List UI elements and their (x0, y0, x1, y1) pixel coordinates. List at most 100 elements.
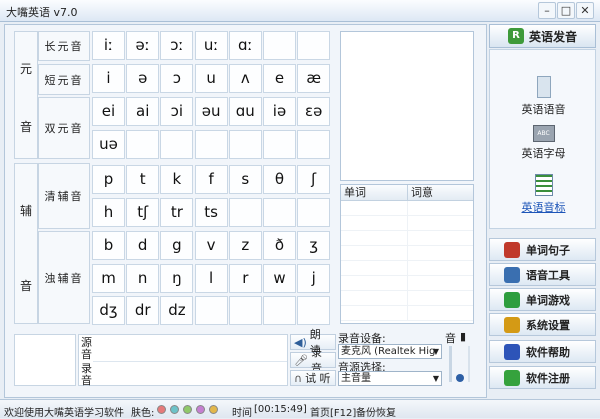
empty-cell (297, 31, 331, 60)
phonetic-symbol-cell[interactable]: iː (92, 31, 125, 60)
meaning-column-header[interactable]: 词意 (408, 185, 473, 200)
checklist-icon (534, 174, 553, 196)
phonetic-symbol-cell[interactable]: z (228, 231, 262, 260)
phonetic-symbol-cell[interactable]: ɑː (228, 31, 262, 60)
close-icon[interactable]: ✕ (576, 2, 594, 19)
register-icon (504, 369, 520, 386)
word-list-row[interactable] (341, 261, 473, 276)
word-list-row[interactable] (341, 291, 473, 306)
skin-color-option[interactable] (157, 405, 166, 414)
phonetic-symbol-cell[interactable]: dʒ (92, 296, 125, 326)
maximize-icon[interactable]: □ (557, 2, 575, 19)
phonetic-symbol-cell[interactable]: s (228, 165, 262, 194)
restore-link[interactable]: 恢复 (376, 404, 396, 419)
word-list-row[interactable] (341, 306, 473, 321)
pronunciation-tab[interactable]: R 英语发音 (489, 24, 596, 48)
skin-color-option[interactable] (209, 405, 218, 414)
phonetic-symbol-cell[interactable]: ei (92, 97, 125, 126)
audio-source-select[interactable]: 主音量 ▼ (338, 371, 442, 386)
skin-color-option[interactable] (170, 405, 179, 414)
phonetic-symbol-cell[interactable]: m (92, 263, 125, 293)
phonetic-symbol-cell[interactable]: ŋ (160, 263, 194, 293)
empty-cell (263, 296, 296, 326)
volume-slider-knob[interactable] (456, 374, 464, 382)
phonetic-symbol-cell[interactable]: p (92, 165, 125, 194)
game-button[interactable]: 单词游戏 (489, 288, 596, 311)
word-list-row[interactable] (341, 276, 473, 291)
record-button[interactable]: 🎤︎ 录 音 (290, 346, 336, 375)
phonetic-symbol-cell[interactable]: uə (92, 129, 125, 159)
phonetic-symbol-cell[interactable]: ɔi (160, 97, 194, 126)
listen-button[interactable]: ∩ 试 听 (290, 370, 336, 386)
phonetic-symbol-cell[interactable]: tr (160, 197, 194, 227)
phonetic-symbol-cell[interactable]: d (126, 231, 160, 260)
skin-color-option[interactable] (183, 405, 192, 414)
tools-icon (504, 266, 520, 283)
phonetic-symbol-cell[interactable]: v (194, 231, 228, 260)
phonetic-symbol-cell[interactable]: k (160, 165, 194, 194)
phonetic-symbol-cell[interactable]: εə (297, 97, 331, 126)
help-button[interactable]: 软件帮助 (489, 340, 596, 363)
voiceless-consonant-label: 清辅音 (38, 163, 90, 229)
volume-label: 音 (445, 332, 456, 345)
long-vowel-label: 长元音 (38, 31, 90, 61)
home-link[interactable]: 首页[F12] (310, 404, 356, 419)
phonetic-symbol-cell[interactable]: ɔ (160, 64, 194, 93)
books-button[interactable]: 单词句子 (489, 238, 596, 261)
word-column-header[interactable]: 单词 (341, 185, 408, 200)
phonetic-symbol-cell[interactable]: əː (126, 31, 160, 60)
phonetic-symbol-cell[interactable]: æ (297, 64, 331, 93)
phonetic-symbol-cell[interactable]: l (194, 263, 228, 293)
abc-icon: ABC (532, 125, 555, 142)
minimize-icon[interactable]: – (538, 2, 556, 19)
phonetic-symbol-cell[interactable]: b (92, 231, 125, 260)
phonetic-symbol-cell[interactable]: n (126, 263, 160, 293)
phonetic-symbol-cell[interactable]: dz (160, 296, 194, 326)
phonetic-symbol-cell[interactable]: ts (194, 197, 228, 227)
phonetic-symbol-cell[interactable]: tʃ (126, 197, 160, 227)
nav-english-alphabet[interactable]: ABC 英语字母 (490, 125, 597, 161)
phonetic-symbol-cell[interactable]: iə (263, 97, 296, 126)
phonetic-symbol-cell[interactable]: ʒ (297, 231, 331, 260)
tools-button[interactable]: 语音工具 (489, 263, 596, 286)
recording-device-select[interactable]: 麦克风 (Realtek Hig ▼ (338, 344, 442, 359)
phonetic-symbol-cell[interactable]: dr (126, 296, 160, 326)
phonetic-symbol-cell[interactable]: ai (126, 97, 160, 126)
nav-english-speech[interactable]: 英语语音 (490, 76, 597, 117)
word-list-row[interactable] (341, 201, 473, 216)
pronunciation-icon: R (507, 28, 524, 44)
settings-button[interactable]: 系统设置 (489, 313, 596, 336)
phonetic-symbol-cell[interactable]: r (228, 263, 262, 293)
phonetic-symbol-cell[interactable]: ʌ (228, 64, 262, 93)
phonetic-symbol-cell[interactable]: θ (263, 165, 296, 194)
volume-slider-track[interactable] (449, 346, 452, 382)
game-icon (504, 291, 520, 308)
audio-waveform-panel: 源音 录音 (78, 334, 288, 387)
phonetic-symbol-cell[interactable]: uː (194, 31, 228, 60)
register-button[interactable]: 软件注册 (489, 366, 596, 389)
phonetic-symbol-cell[interactable]: i (92, 64, 125, 93)
phonetic-symbol-cell[interactable]: ə (126, 64, 160, 93)
phonetic-symbol-cell[interactable]: f (194, 165, 228, 194)
word-list-row[interactable] (341, 216, 473, 231)
phonetic-symbol-cell[interactable]: ð (263, 231, 296, 260)
word-list-row[interactable] (341, 231, 473, 246)
phonetic-symbol-cell[interactable]: ɑu (228, 97, 262, 126)
phonetic-symbol-cell[interactable]: w (263, 263, 296, 293)
phonetic-symbol-cell[interactable]: e (263, 64, 296, 93)
phonetic-symbol-cell[interactable]: t (126, 165, 160, 194)
backup-link[interactable]: 备份 (356, 404, 376, 419)
phonetic-symbol-cell[interactable]: ɔː (160, 31, 194, 60)
word-list[interactable]: 单词 词意 (340, 184, 474, 324)
help-icon (504, 343, 520, 360)
nav-phonetic-symbols[interactable]: 英语音标 (490, 174, 597, 215)
phonetic-symbol-cell[interactable]: əu (194, 97, 228, 126)
phonetic-symbol-cell[interactable]: ʃ (297, 165, 331, 194)
phonetic-symbol-cell[interactable]: j (297, 263, 331, 293)
word-preview-area (340, 31, 474, 181)
word-list-row[interactable] (341, 246, 473, 261)
phonetic-symbol-cell[interactable]: u (194, 64, 228, 93)
skin-color-option[interactable] (196, 405, 205, 414)
phonetic-symbol-cell[interactable]: h (92, 197, 125, 227)
phonetic-symbol-cell[interactable]: g (160, 231, 194, 260)
